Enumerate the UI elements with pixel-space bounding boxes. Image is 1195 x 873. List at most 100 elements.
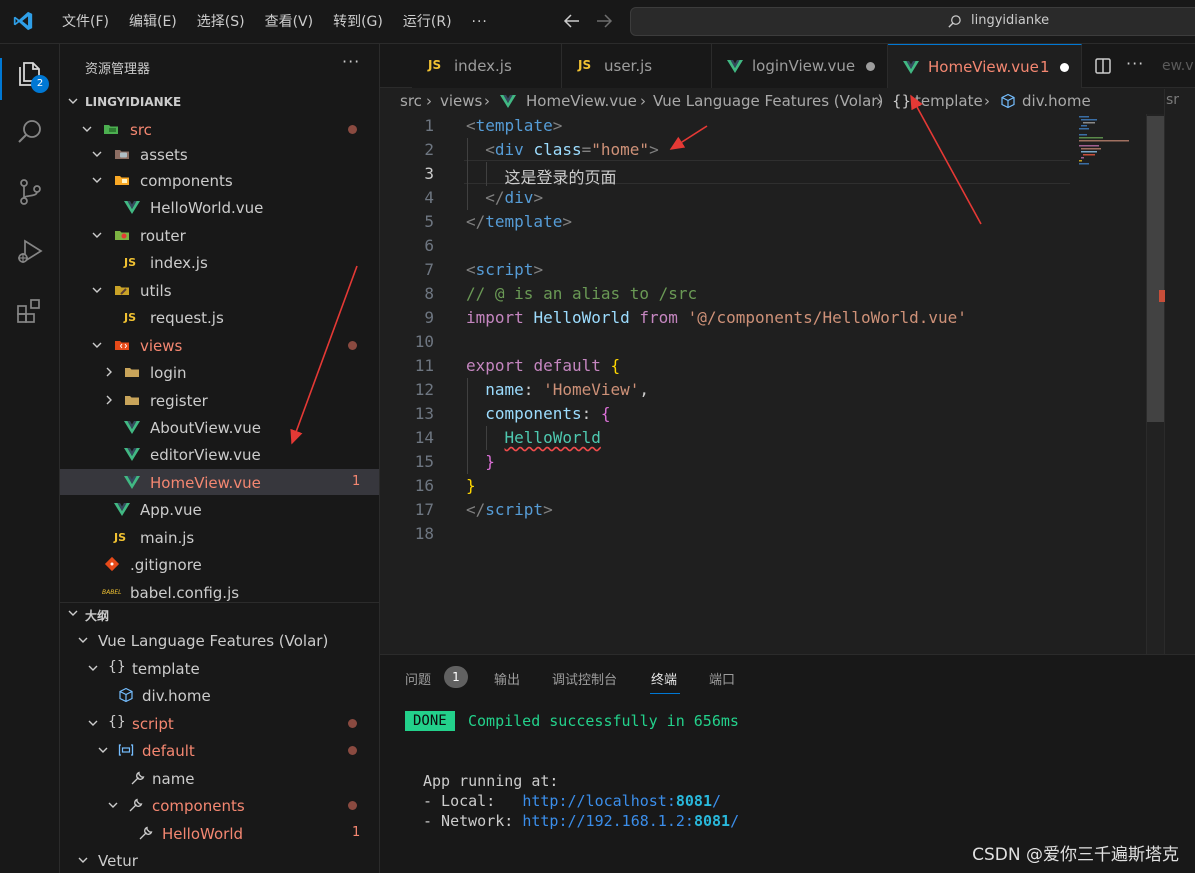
tree-label: register [150,392,208,410]
tab-homeview-vue[interactable]: HomeView.vue 1 [888,44,1082,88]
outline-label: Vetur [98,852,138,870]
tree-folder-assets[interactable]: assets [60,141,379,167]
tree-label: views [140,337,183,355]
tree-folder-components[interactable]: components [60,167,379,193]
outline-item-script[interactable]: {} script [60,710,379,736]
problem-count: 1 [352,825,361,840]
tree-file-app-vue[interactable]: App.vue [60,496,379,522]
tab-user-js[interactable]: JS user.js [562,44,712,88]
menu-selection[interactable]: 选择(S) [187,0,255,44]
line-number: 17 [414,500,434,519]
outline-item-div-home[interactable]: div.home [60,682,379,708]
search-icon[interactable] [14,116,46,148]
folder-views-icon [115,341,129,350]
chevron-down-icon [92,342,102,348]
sidebar-title: 资源管理器 [85,62,151,77]
js-file-icon: JS [428,58,442,72]
chevron-down-icon [92,177,102,183]
breadcrumb-src[interactable]: src [400,92,422,110]
tree-file-aboutview-vue[interactable]: AboutView.vue [60,414,379,440]
panel-tab-output[interactable]: 输出 [494,669,520,688]
extensions-icon[interactable] [14,296,46,328]
unsaved-dot[interactable] [1060,63,1069,72]
minimap[interactable] [1075,114,1145,174]
run-debug-icon[interactable] [14,236,46,268]
terminal-compiled: Compiled successfully in 656ms [468,712,739,730]
breadcrumb-volar[interactable]: Vue Language Features (Volar) [653,92,883,110]
panel-tab-ports[interactable]: 端口 [709,669,735,688]
activity-bar: 2 [0,44,60,873]
panel-tab-terminal[interactable]: 终端 [651,669,677,688]
wrench-icon [129,798,143,812]
scrollbar-thumb[interactable] [1147,116,1164,422]
chevron-right-icon: › [426,92,432,110]
menu-view[interactable]: 查看(V) [255,0,324,44]
outline-item-name[interactable]: name [60,765,379,791]
outline-header[interactable]: 大纲 [60,602,379,624]
breadcrumb-template[interactable]: template [915,92,983,110]
tree-file-editorview-vue[interactable]: editorView.vue [60,441,379,467]
unsaved-dot[interactable] [866,62,875,71]
tree-folder-router[interactable]: router [60,222,379,248]
tree-file-main-js[interactable]: JS main.js [60,524,379,550]
arrow-right-icon[interactable] [594,11,614,31]
arrow-left-icon[interactable] [562,11,582,31]
workspace-header[interactable]: LINGYIDIANKE [60,91,379,113]
modified-dot [348,801,357,810]
line-number: 11 [414,356,434,375]
breadcrumb-div-home[interactable]: div.home [1022,92,1091,110]
braces-icon: {} [108,714,126,730]
code-editor[interactable]: 1 2 3 4 5 6 7 8 9 10 11 12 13 14 15 16 1… [380,114,1146,654]
menu-more-button[interactable]: ··· [462,0,498,44]
modified-dot [348,719,357,728]
title-bar: 文件(F) 编辑(E) 选择(S) 查看(V) 转到(G) 运行(R) ··· … [0,0,1195,44]
outline-item-vetur[interactable]: Vetur [60,847,379,873]
breadcrumb-file[interactable]: HomeView.vue [526,92,637,110]
tree-file-gitignore[interactable]: .gitignore [60,551,379,577]
panel-tab-problems[interactable]: 问题 [405,669,431,688]
tree-folder-register[interactable]: register [60,387,379,413]
code-line: } [485,452,495,471]
outline-item-template[interactable]: {} template [60,655,379,681]
chevron-down-icon [92,232,102,238]
code-line: import HelloWorld from '@/components/Hel… [466,308,967,327]
code-line: <script> [466,260,544,279]
tab-index-js[interactable]: JS index.js [412,44,562,88]
tree-folder-login[interactable]: login [60,359,379,385]
vue-file-icon [114,503,130,516]
menu-run[interactable]: 运行(R) [393,0,462,44]
tree-file-request-js[interactable]: JS request.js [60,304,379,330]
line-number: 9 [424,308,434,327]
vscode-logo-icon[interactable] [12,10,34,32]
vue-file-icon [903,61,919,74]
sidebar-more-button[interactable]: ··· [342,52,360,71]
tab-loginview-vue[interactable]: loginView.vue [712,44,888,88]
tree-folder-utils[interactable]: utils [60,277,379,303]
editor-more-button[interactable]: ··· [1126,54,1144,73]
code-line: <div class="home"> [485,140,659,159]
menu-file[interactable]: 文件(F) [52,0,119,44]
outline-item-helloworld[interactable]: HelloWorld 1 [60,820,379,846]
tree-label: App.vue [140,501,202,519]
code-line: components: { [485,404,611,423]
tree-folder-views[interactable]: views [60,332,379,358]
breadcrumb-views[interactable]: views [440,92,482,110]
editor-scrollbar[interactable] [1146,114,1165,654]
split-editor-icon[interactable] [1094,57,1112,75]
source-control-icon[interactable] [14,176,46,208]
vue-file-icon [727,60,743,73]
tree-file-index-js[interactable]: JS index.js [60,249,379,275]
chevron-down-icon [98,747,108,753]
tree-file-homeview-vue[interactable]: HomeView.vue 1 [60,469,379,495]
menu-go[interactable]: 转到(G) [323,0,393,44]
second-group-tab[interactable]: ew.v [1162,58,1194,74]
outline-item-default[interactable]: default [60,737,379,763]
outline-item-components[interactable]: components [60,792,379,818]
tree-folder-src[interactable]: src [60,116,379,142]
panel-tab-debug-console[interactable]: 调试控制台 [552,669,617,688]
menu-edit[interactable]: 编辑(E) [119,0,187,44]
bottom-panel: 问题 1 输出 调试控制台 终端 端口 DONE Compiled succes… [380,654,1195,873]
command-center-search[interactable]: lingyidianke [630,7,1195,36]
outline-item-volar[interactable]: Vue Language Features (Volar) [60,627,379,653]
tree-file-helloworld-vue[interactable]: HelloWorld.vue [60,194,379,220]
